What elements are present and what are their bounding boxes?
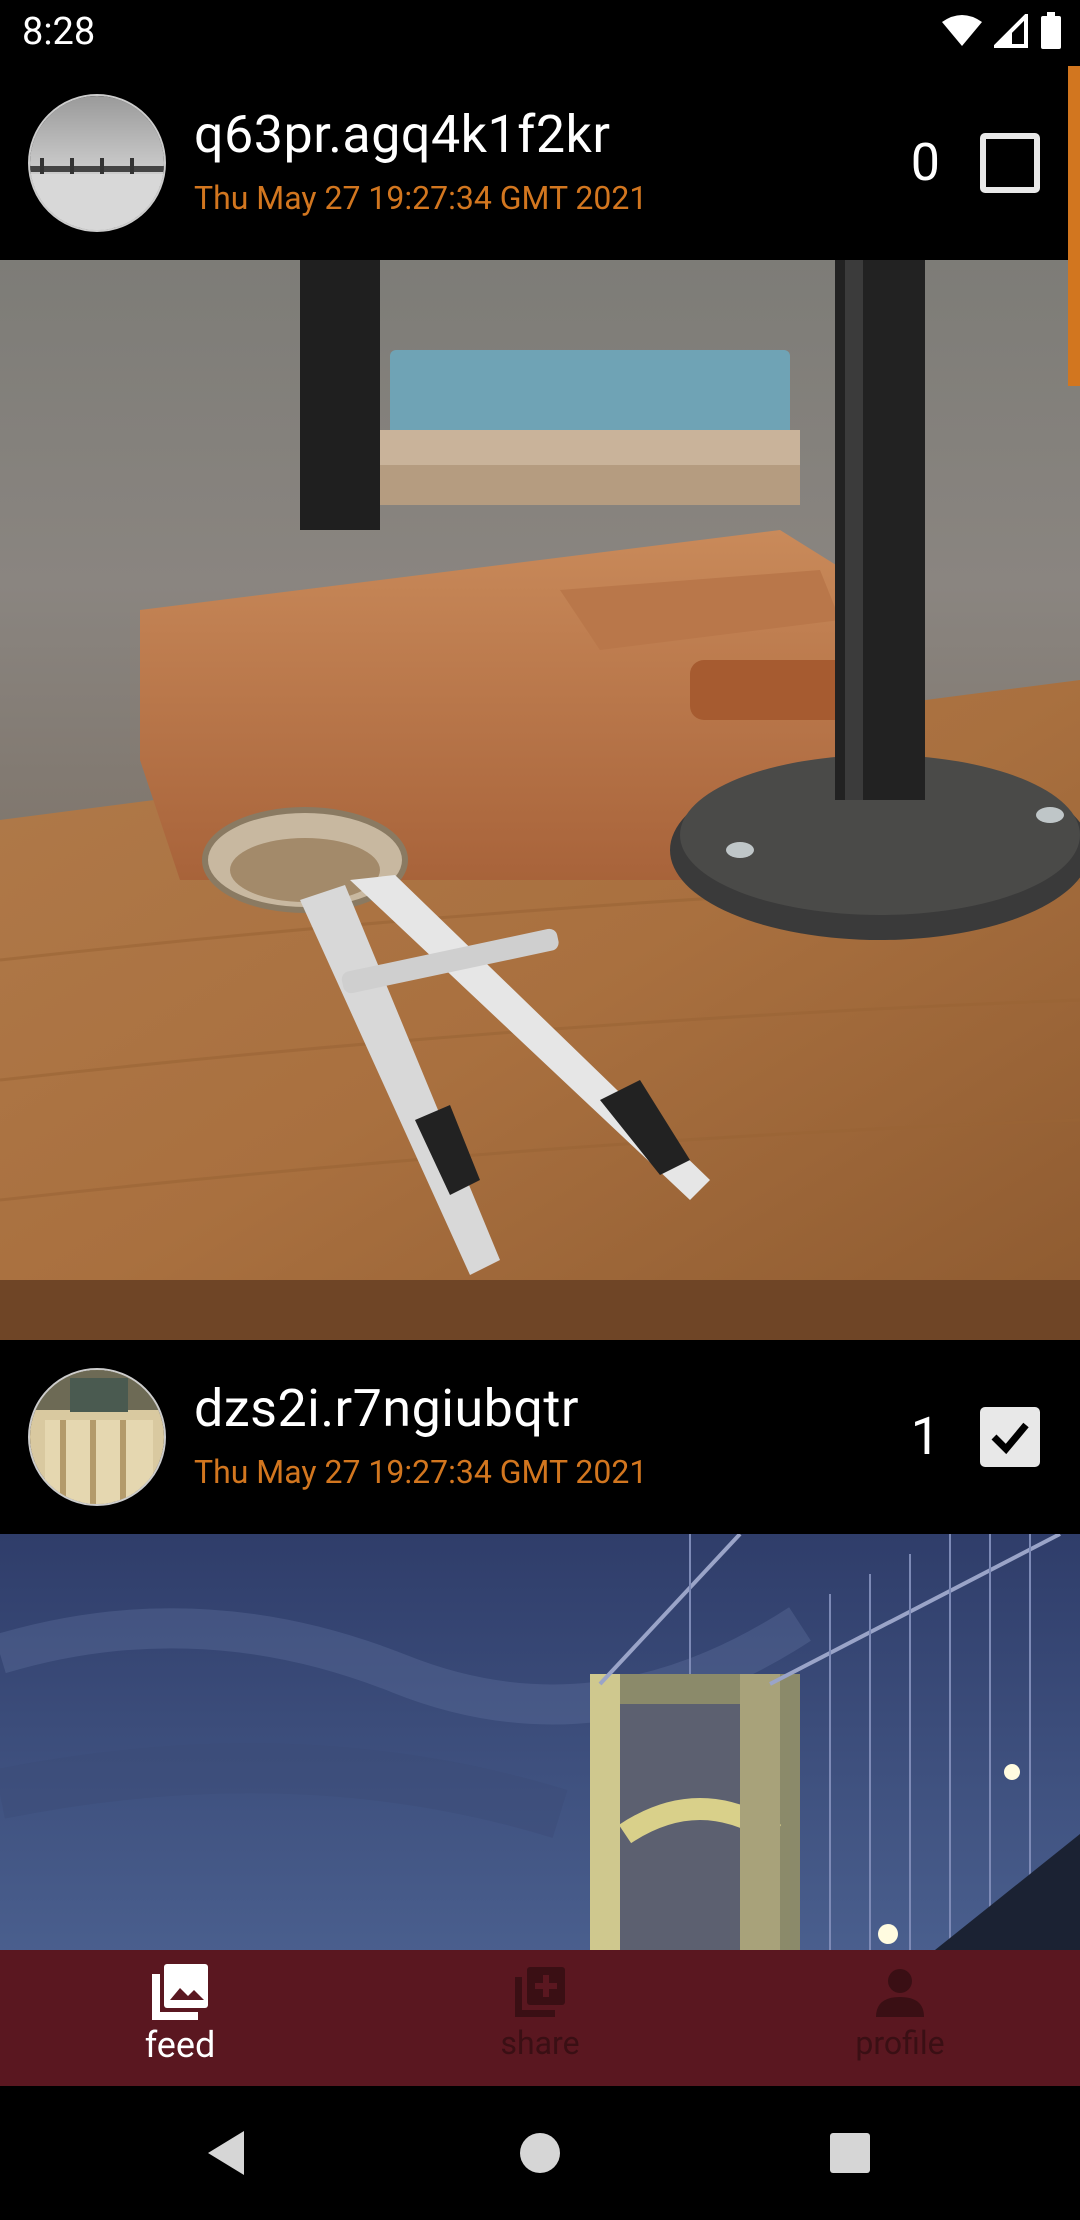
feed-list[interactable]: q63pr.agq4k1f2kr Thu May 27 19:27:34 GMT… (0, 66, 1080, 1950)
home-icon[interactable] (480, 2086, 600, 2220)
cell-signal-icon (991, 11, 1028, 52)
app-screen: 8:28 q63pr.agq4k1f2kr Thu May 27 19:27:3… (0, 0, 1080, 2220)
bottom-navigation: feed share profile (0, 1950, 1080, 2086)
like-checkbox[interactable] (980, 133, 1040, 193)
nav-item-share[interactable]: share (360, 1950, 720, 2086)
add-photo-icon (513, 1960, 567, 2024)
nav-label-feed: feed (144, 2024, 216, 2066)
post-image[interactable] (0, 260, 1080, 1340)
post-username[interactable]: dzs2i.r7ngiubqtr (194, 1378, 579, 1439)
feed-post: q63pr.agq4k1f2kr Thu May 27 19:27:34 GMT… (0, 66, 1080, 1340)
nav-label-share: share (500, 2024, 580, 2062)
status-bar: 8:28 (0, 0, 1080, 66)
like-checkbox[interactable] (980, 1407, 1040, 1467)
status-time: 8:28 (22, 10, 96, 54)
avatar[interactable] (28, 94, 166, 232)
post-header: dzs2i.r7ngiubqtr Thu May 27 19:27:34 GMT… (0, 1340, 1080, 1534)
wifi-icon (942, 14, 982, 52)
avatar[interactable] (28, 1368, 166, 1506)
nav-label-profile: profile (855, 2024, 945, 2062)
post-header: q63pr.agq4k1f2kr Thu May 27 19:27:34 GMT… (0, 66, 1080, 260)
like-count: 1 (910, 1406, 940, 1467)
post-date: Thu May 27 19:27:34 GMT 2021 (194, 1453, 648, 1491)
status-icons (942, 11, 1062, 54)
system-navigation-bar (0, 2086, 1080, 2220)
nav-item-feed[interactable]: feed (0, 1950, 360, 2086)
recents-icon[interactable] (790, 2086, 910, 2220)
back-icon[interactable] (166, 2086, 286, 2220)
post-image[interactable] (0, 1534, 1080, 1950)
post-date: Thu May 27 19:27:34 GMT 2021 (194, 179, 648, 217)
feed-post: dzs2i.r7ngiubqtr Thu May 27 19:27:34 GMT… (0, 1340, 1080, 1950)
check-icon (991, 1422, 1029, 1455)
person-icon (873, 1960, 927, 2024)
photo-library-icon (148, 1960, 212, 2024)
post-username[interactable]: q63pr.agq4k1f2kr (194, 104, 611, 165)
scroll-indicator[interactable] (1068, 66, 1080, 386)
battery-icon (1040, 12, 1062, 54)
like-count: 0 (910, 132, 940, 193)
nav-item-profile[interactable]: profile (720, 1950, 1080, 2086)
